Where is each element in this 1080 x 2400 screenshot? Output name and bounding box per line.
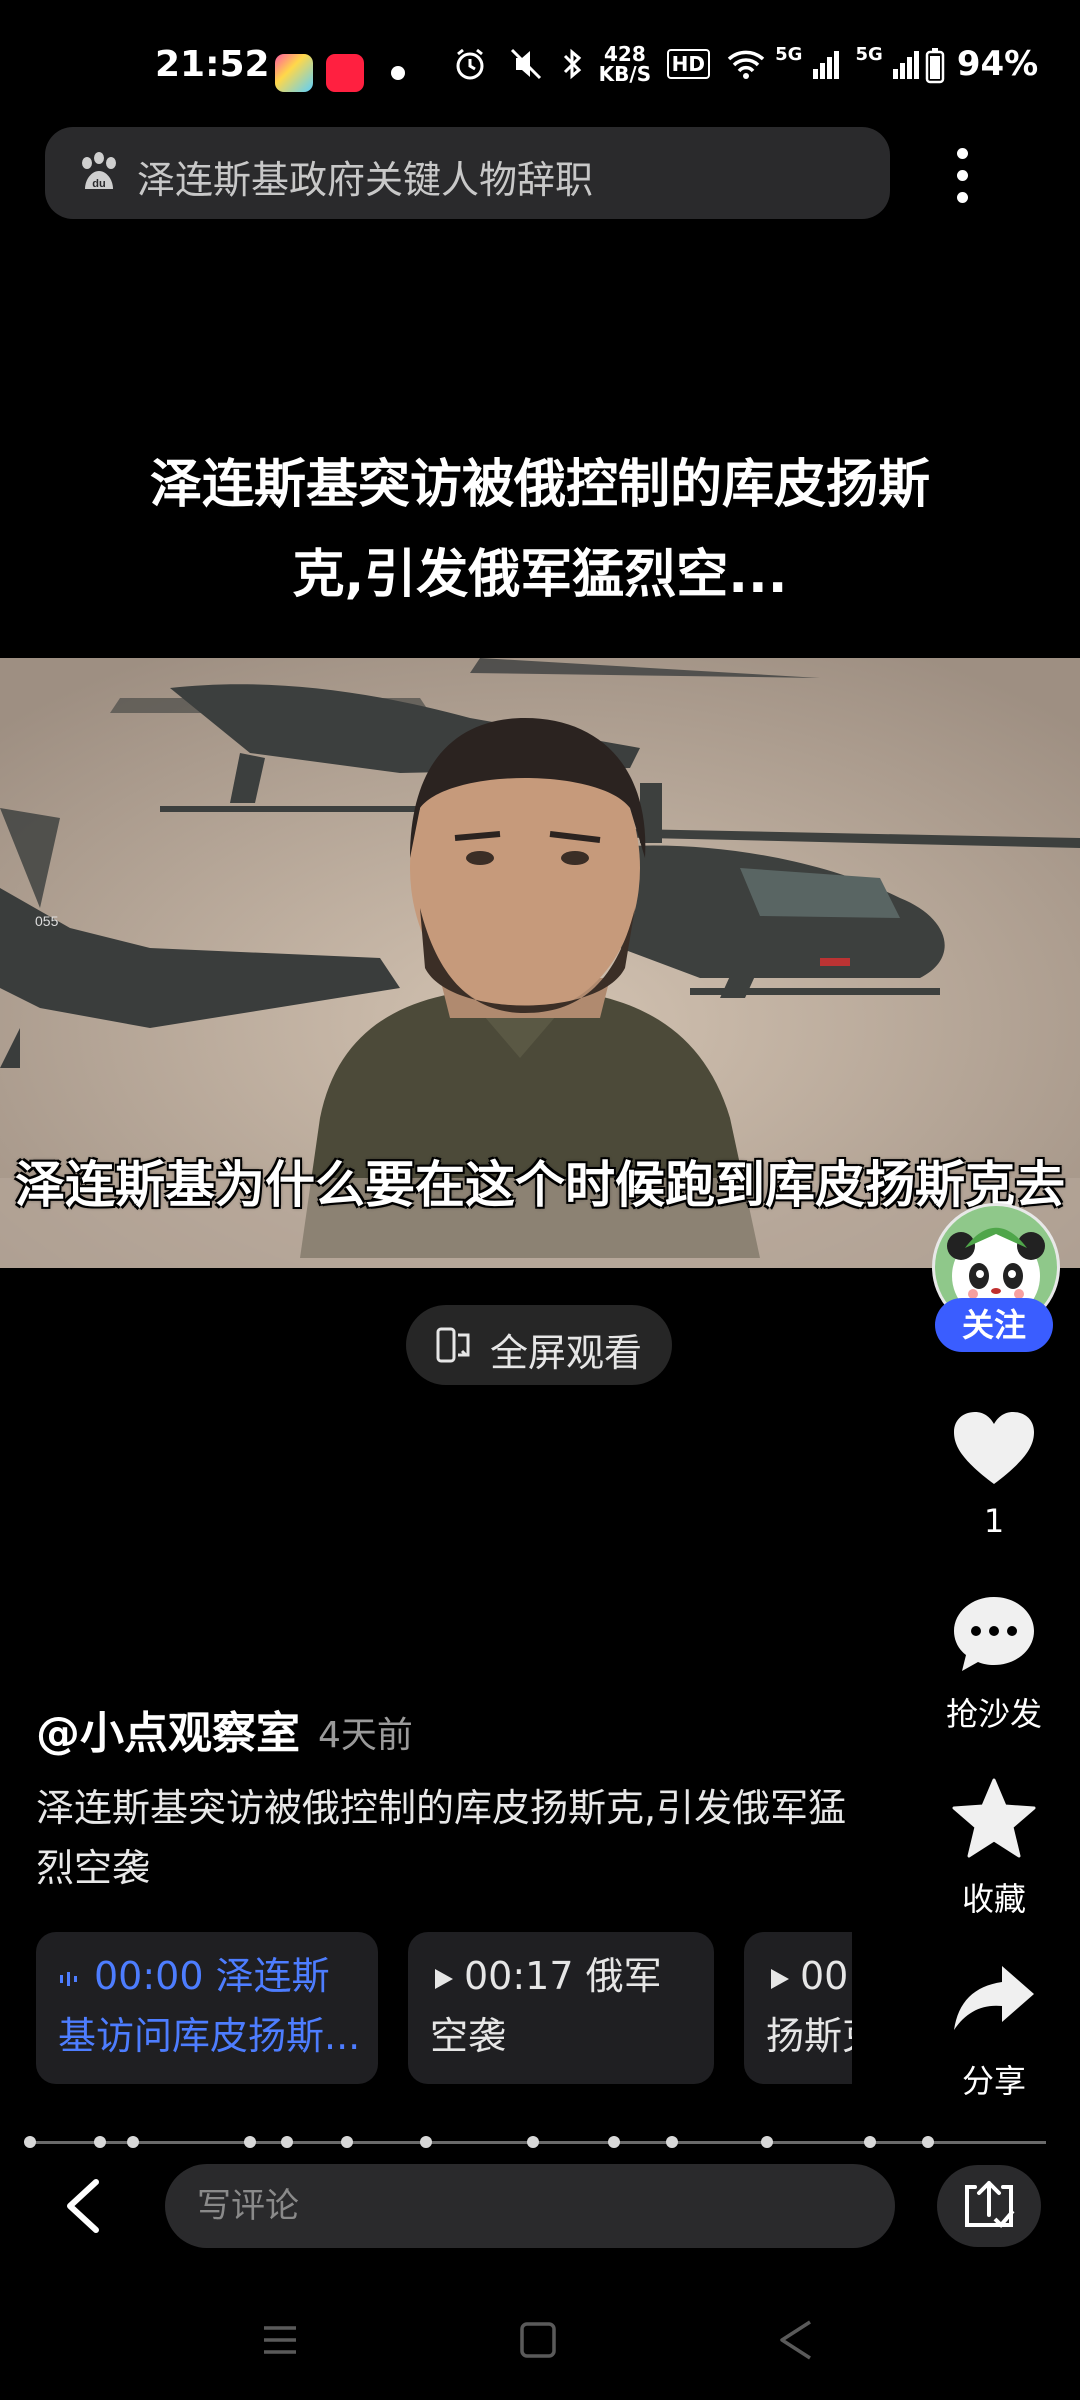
app-notification-icon — [275, 54, 313, 92]
heli-marking: 055 — [35, 913, 59, 929]
progress-marker — [761, 2136, 773, 2148]
fullscreen-icon — [436, 1327, 470, 1363]
play-icon — [771, 1968, 789, 1989]
signal-icon — [893, 51, 920, 79]
progress-marker — [666, 2136, 678, 2148]
search-query[interactable]: 泽连斯基政府关键人物辞职 — [137, 149, 593, 204]
progress-marker — [94, 2136, 106, 2148]
chapter-list[interactable]: 00:00 泽连斯基访问库皮扬斯... 00:17 俄军空袭 00 扬斯克 — [36, 1932, 852, 2084]
network-speed: 428 KB/S — [598, 42, 652, 86]
alarm-icon — [456, 48, 484, 80]
fullscreen-button[interactable]: 全屏观看 — [406, 1305, 672, 1385]
favorite-button[interactable]: 收藏 — [930, 1778, 1058, 1918]
chapter-text: 00 扬斯克 — [766, 1946, 852, 2066]
screen-share-icon — [965, 2181, 1015, 2228]
progress-marker — [527, 2136, 539, 2148]
chapter-text: 00:17 俄军空袭 — [430, 1946, 662, 2066]
more-icon — [957, 148, 968, 159]
chapter-text: 00:00 泽连斯 基访问库皮扬斯... — [58, 1946, 360, 2066]
search-icon: du — [82, 152, 116, 190]
wifi-icon — [727, 50, 764, 79]
video-title: 泽连斯基突访被俄控制的库皮扬斯克,引发俄军猛烈空... — [149, 455, 930, 605]
post-description: 泽连斯基突访被俄控制的库皮扬斯克,引发俄军猛烈空袭 — [36, 1786, 847, 1890]
svg-text:du: du — [92, 178, 105, 190]
comment-icon — [954, 1597, 1034, 1671]
post-time: 4天前 — [318, 1715, 413, 1756]
hd-icon: HD — [666, 49, 710, 79]
battery-icon — [925, 47, 945, 83]
chapter-item[interactable]: 00:00 泽连斯 基访问库皮扬斯... — [36, 1932, 378, 2084]
status-icons: 428 KB/S HD 5G 5G — [452, 44, 920, 84]
more-button[interactable] — [935, 140, 991, 212]
like-button[interactable]: 1 — [930, 1410, 1058, 1550]
signal-icon — [812, 51, 839, 79]
progress-marker — [341, 2136, 353, 2148]
chapter-item[interactable]: 00 扬斯克 — [744, 1932, 852, 2084]
share-button[interactable]: 分享 — [930, 1962, 1058, 2102]
back-triangle-icon[interactable] — [766, 2310, 826, 2370]
star-icon — [952, 1778, 1036, 1858]
follow-button[interactable]: 关注 — [935, 1298, 1053, 1352]
screen-share-button[interactable] — [937, 2165, 1041, 2247]
chapter-line-2: 基访问库皮扬斯... — [58, 2014, 361, 2058]
chapter-line-1: 00 — [800, 1954, 849, 1998]
progress-marker — [420, 2136, 432, 2148]
share-icon — [954, 1966, 1034, 2030]
author-name[interactable]: @小点观察室 — [36, 1697, 300, 1761]
playing-icon — [60, 1971, 77, 1986]
comment-button[interactable]: 抢沙发 — [930, 1595, 1058, 1735]
signal-1-label: 5G — [775, 44, 803, 65]
progress-marker — [24, 2136, 36, 2148]
mute-icon — [510, 48, 541, 80]
menu-icon[interactable] — [250, 2310, 310, 2370]
battery-percent: 94% — [956, 44, 1039, 84]
more-icon — [957, 170, 968, 181]
progress-marker — [244, 2136, 256, 2148]
progress-marker — [864, 2136, 876, 2148]
comment-input[interactable] — [165, 2164, 895, 2248]
comment-label: 抢沙发 — [945, 1695, 1042, 1733]
chapter-line-1: 00:17 俄军 — [464, 1954, 662, 1998]
home-icon[interactable] — [508, 2310, 568, 2370]
play-icon — [435, 1968, 453, 1989]
share-label: 分享 — [961, 2062, 1026, 2100]
like-count: 1 — [983, 1502, 1005, 1540]
status-bar: 21:52 428 KB/S HD 5G 5G 94% — [0, 30, 1080, 114]
video-subtitle: 泽连斯基为什么要在这个时候跑到库皮扬斯克去 — [15, 1156, 1065, 1214]
bluetooth-icon — [564, 48, 582, 80]
back-icon[interactable] — [60, 2178, 110, 2234]
progress-marker — [281, 2136, 293, 2148]
notification-dot-icon — [391, 66, 405, 80]
fullscreen-label: 全屏观看 — [490, 1331, 643, 1375]
status-time: 21:52 — [155, 44, 270, 85]
chapter-line-2: 扬斯克 — [766, 2014, 852, 2058]
chapter-line-2: 空袭 — [430, 2014, 507, 2058]
progress-marker — [922, 2136, 934, 2148]
more-icon — [957, 192, 968, 203]
progress-marker — [608, 2136, 620, 2148]
signal-2-label: 5G — [855, 44, 883, 65]
battery-level: 94% — [925, 44, 1038, 84]
chapter-item[interactable]: 00:17 俄军空袭 — [408, 1932, 714, 2084]
chapter-line-1: 00:00 泽连斯 — [94, 1954, 330, 1998]
search-bar[interactable]: du 泽连斯基政府关键人物辞职 — [45, 127, 890, 219]
favorite-label: 收藏 — [961, 1880, 1026, 1918]
app-notification-icon — [326, 54, 364, 92]
progress-marker — [127, 2136, 139, 2148]
heart-icon — [954, 1412, 1034, 1484]
